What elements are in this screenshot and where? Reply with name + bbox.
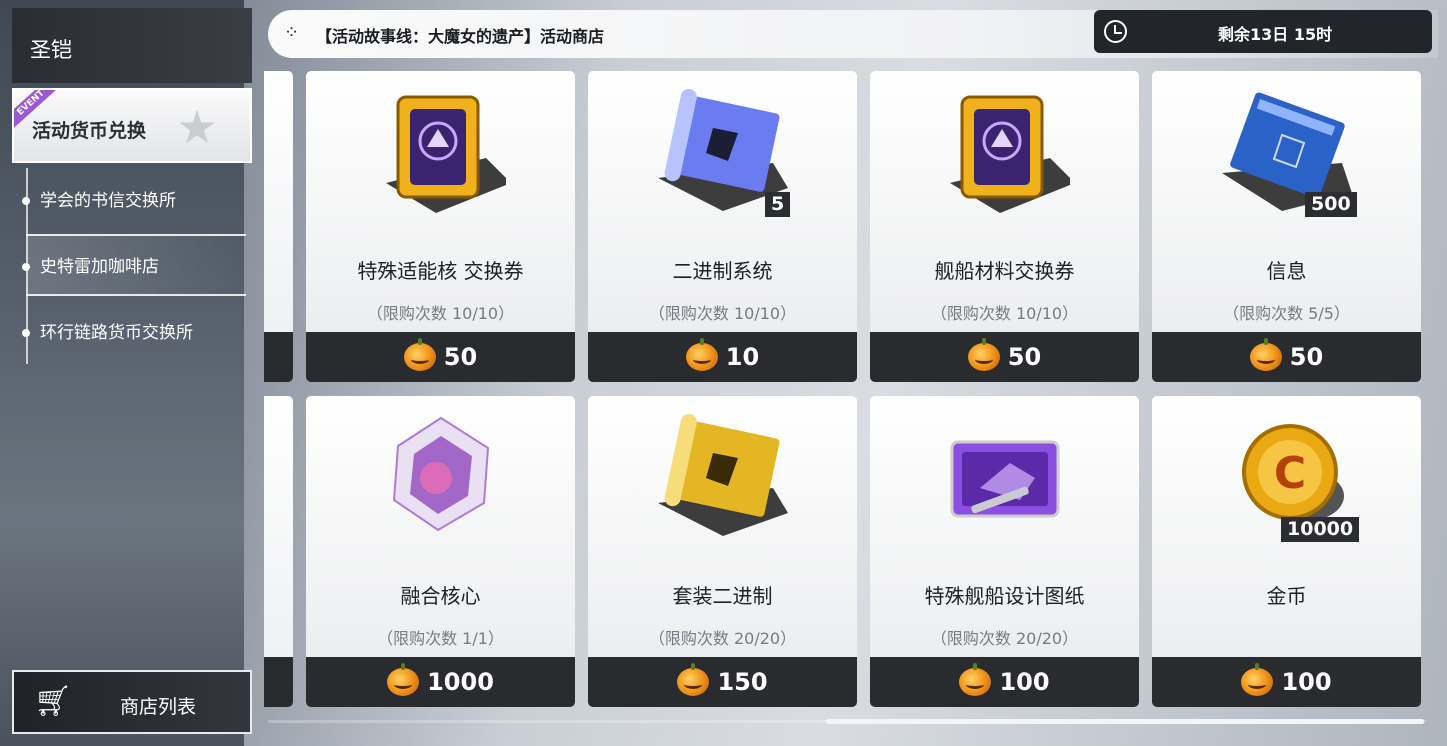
- partial-item-card[interactable]: [264, 396, 293, 707]
- subnav-item-strega-cafe[interactable]: 史特雷加咖啡店: [22, 234, 246, 296]
- item-card[interactable]: C 10000 金币 100: [1152, 396, 1421, 707]
- item-limit: （限购次数 20/20）: [930, 629, 1079, 648]
- item-price: 100: [1281, 668, 1332, 696]
- item-card[interactable]: 500 信息 （限购次数 5/5） 50: [1152, 71, 1421, 382]
- item-name: 套装二进制: [672, 584, 773, 608]
- price-bar: 10: [588, 332, 857, 382]
- item-qty: 5: [765, 192, 791, 217]
- pumpkin-icon: [685, 338, 718, 371]
- misc-ticket-icon: [950, 95, 1070, 213]
- item-price: 50: [443, 343, 478, 371]
- price-bar: 50: [306, 332, 575, 382]
- pumpkin-icon: [959, 663, 992, 696]
- subnav-label: 史特雷加咖啡店: [40, 257, 159, 277]
- price-bar: 1000: [306, 657, 575, 707]
- item-card[interactable]: 舰船材料交换券 （限购次数 10/10） 50: [870, 71, 1139, 382]
- lost-ship-card-icon: [950, 440, 1060, 518]
- item-name: 金币: [1266, 584, 1307, 608]
- item-limit: （限购次数 10/10）: [366, 304, 515, 323]
- scrollbar-thumb[interactable]: [826, 719, 1424, 724]
- item-name: 信息: [1266, 259, 1307, 283]
- item-card[interactable]: 5 二进制系统 （限购次数 10/10） 10: [588, 71, 857, 382]
- price-bar: 50: [1152, 332, 1421, 382]
- price-bar: 100: [1152, 657, 1421, 707]
- item-name: 舰船材料交换券: [934, 259, 1075, 283]
- bullet-icon: [22, 197, 30, 205]
- cart-icon: 🛒︎: [34, 684, 73, 719]
- pumpkin-icon: [1249, 338, 1282, 371]
- price-bar: 150: [588, 657, 857, 707]
- subnav-item-loop-link-exchange[interactable]: 环行链路货币交换所: [22, 302, 246, 364]
- item-price: 100: [999, 668, 1050, 696]
- item-card[interactable]: 融合核心 （限购次数 1/1） 1000: [306, 396, 575, 707]
- pumpkin-icon: [1241, 663, 1274, 696]
- item-limit: （限购次数 20/20）: [648, 629, 797, 648]
- bullet-icon: [22, 329, 30, 337]
- item-limit: （限购次数 5/5）: [1223, 304, 1350, 323]
- price-bar: [264, 332, 293, 382]
- item-name: 特殊舰船设计图纸: [924, 584, 1085, 608]
- category-event-exchange[interactable]: EVENT 活动货币兑换 ★: [12, 88, 252, 163]
- sparkle-icon: ⁘: [284, 22, 300, 43]
- brand-title: 圣铠: [12, 8, 252, 83]
- item-limit: （限购次数 1/1）: [377, 629, 504, 648]
- item-price: 50: [1289, 343, 1324, 371]
- item-price: 1000: [427, 668, 494, 696]
- item-price: 50: [1007, 343, 1042, 371]
- item-card[interactable]: 特殊舰船设计图纸 （限购次数 20/20） 100: [870, 396, 1139, 707]
- bullet-icon: [22, 263, 30, 271]
- item-name: 二进制系统: [672, 259, 773, 283]
- item-name: 融合核心: [400, 584, 481, 608]
- gold-blueprint-icon: [658, 413, 788, 536]
- partial-item-card[interactable]: [264, 71, 293, 382]
- subnav-item-academy-letters[interactable]: 学会的书信交换所: [22, 170, 246, 232]
- item-card[interactable]: 套装二进制 （限购次数 20/20） 150: [588, 396, 857, 707]
- price-bar: 50: [870, 332, 1139, 382]
- pumpkin-icon: [387, 663, 420, 696]
- shop-list-button[interactable]: 🛒︎ 商店列表: [12, 670, 252, 734]
- item-limit: （限购次数 10/10）: [648, 304, 797, 323]
- item-qty: 10000: [1281, 517, 1360, 542]
- pumpkin-icon: [967, 338, 1000, 371]
- clock-icon: [1104, 20, 1127, 43]
- pumpkin-icon: [403, 338, 436, 371]
- item-price: 150: [717, 668, 768, 696]
- remaining-time: 剩余13日 15时: [1094, 10, 1432, 53]
- price-bar: [264, 657, 293, 707]
- subnav-label: 环行链路货币交换所: [40, 323, 193, 343]
- item-limit: （限购次数 10/10）: [930, 304, 1079, 323]
- item-qty: 500: [1305, 192, 1357, 217]
- pumpkin-icon: [677, 663, 710, 696]
- svg-text:C: C: [1274, 448, 1306, 499]
- remaining-time-text: 剩余13日 15时: [1218, 25, 1333, 44]
- item-name: 特殊适能核 交换券: [357, 259, 524, 283]
- item-card[interactable]: 特殊适能核 交换券 （限购次数 10/10） 50: [306, 71, 575, 382]
- fusion-crystal-icon: [392, 416, 490, 532]
- shop-title: 【活动故事线：大魔女的遗产】活动商店: [316, 27, 605, 46]
- item-price: 10: [725, 343, 760, 371]
- shop-list-label: 商店列表: [120, 696, 197, 718]
- star-emblem-icon: ★: [176, 100, 218, 154]
- price-bar: 100: [870, 657, 1139, 707]
- subnav-label: 学会的书信交换所: [40, 191, 176, 211]
- category-label: 活动货币兑换: [32, 120, 147, 142]
- misc-ticket-icon: [386, 95, 506, 213]
